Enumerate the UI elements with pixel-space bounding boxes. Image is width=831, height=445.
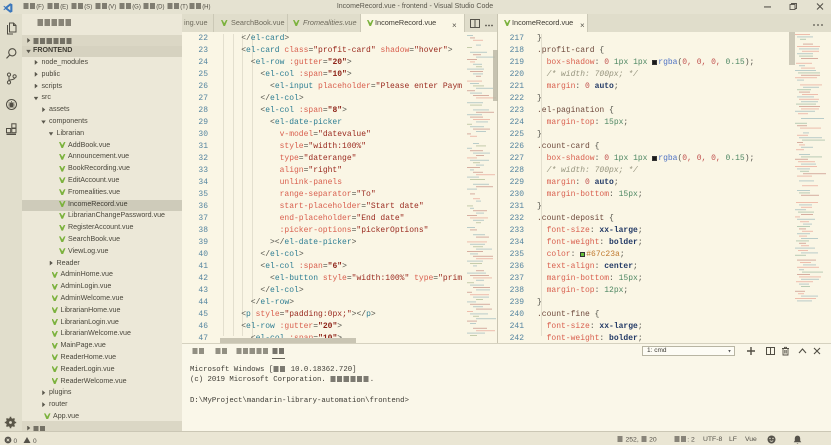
svg-text:0: 0 (33, 437, 37, 443)
svg-text:0: 0 (14, 437, 18, 443)
